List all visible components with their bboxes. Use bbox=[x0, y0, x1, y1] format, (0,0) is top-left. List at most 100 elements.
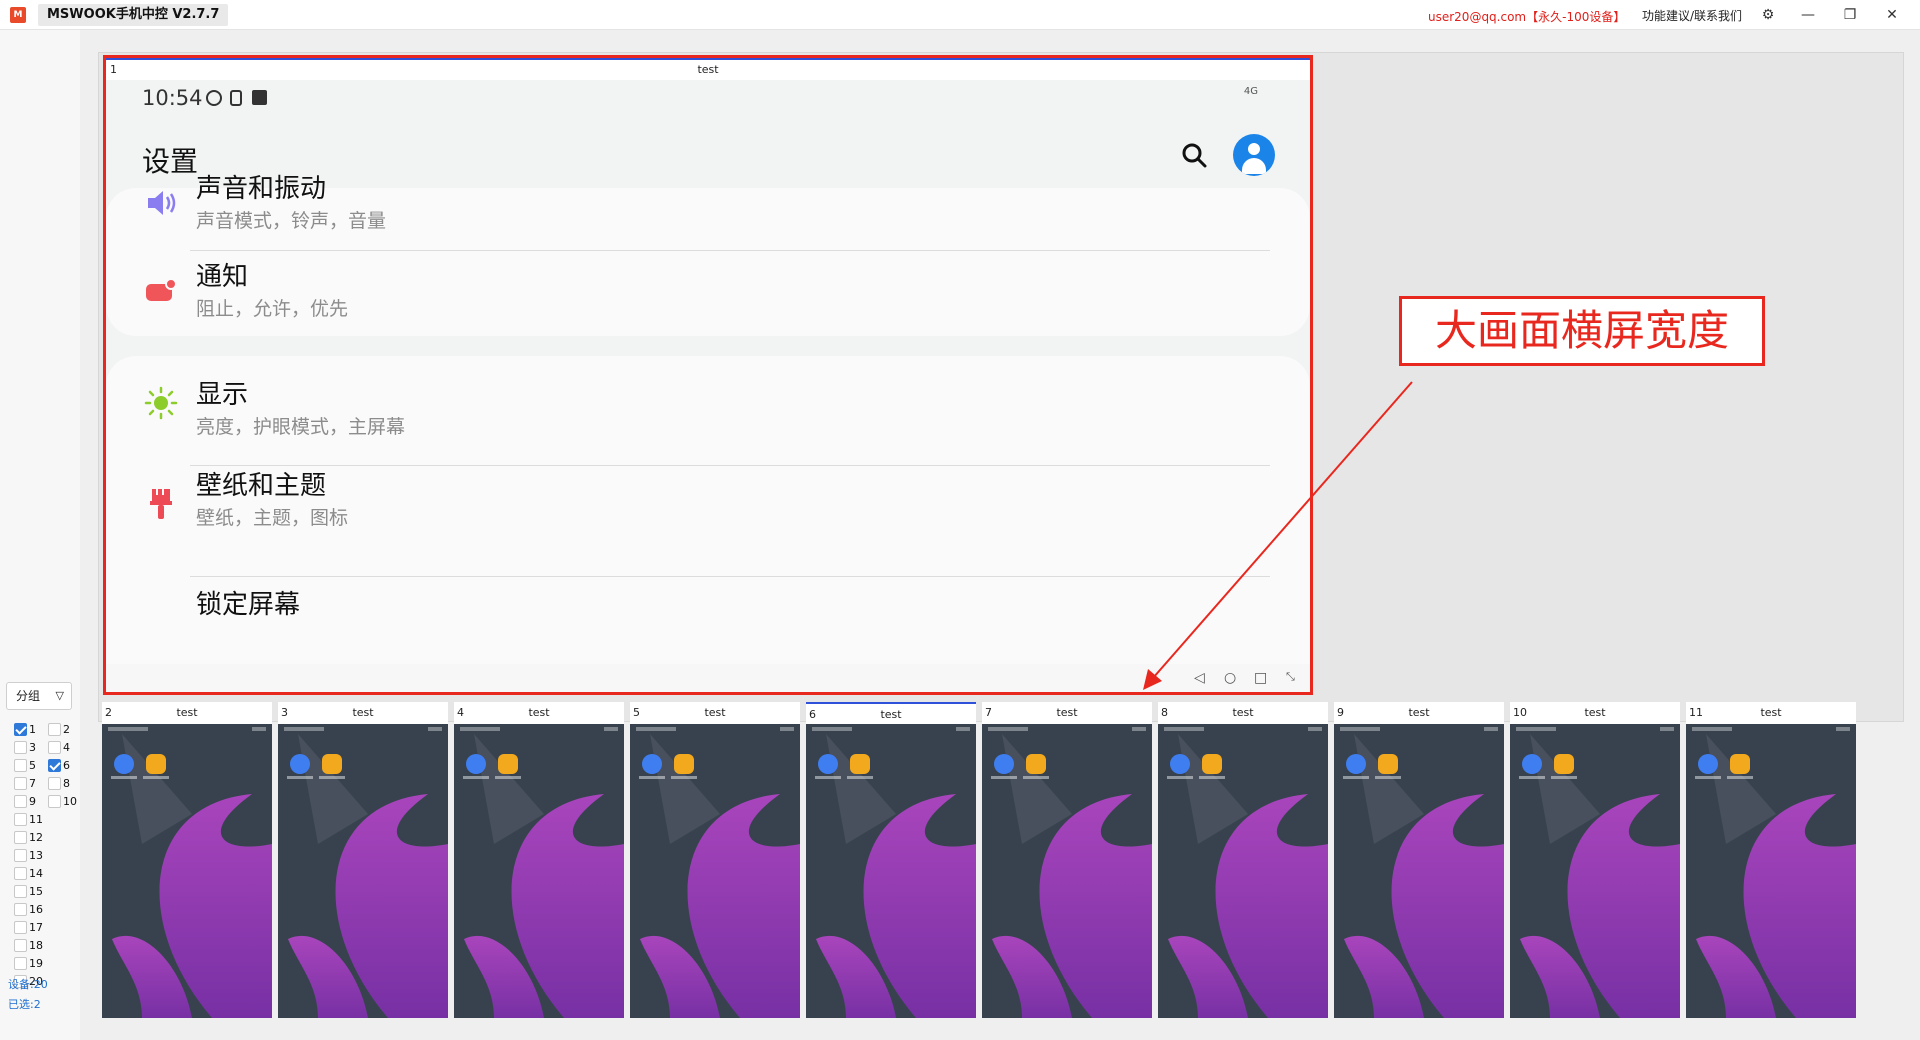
speaker-icon bbox=[148, 191, 176, 215]
device-item[interactable]: 9 bbox=[10, 794, 44, 810]
thumbnail-screen[interactable] bbox=[982, 724, 1152, 1018]
settings-item-wallpaper[interactable]: 壁纸和主题 壁纸，主题，图标 bbox=[106, 465, 1310, 565]
thumbnail-screen[interactable] bbox=[1158, 724, 1328, 1018]
home-icon[interactable]: ○ bbox=[1224, 670, 1236, 686]
feedback-link[interactable]: 功能建议/联系我们 bbox=[1642, 7, 1742, 24]
device-thumbnail[interactable]: 2 test bbox=[102, 702, 272, 1018]
device-item[interactable]: 19 bbox=[10, 956, 44, 972]
thumbnail-header: 7 test bbox=[982, 702, 1152, 724]
settings-gear-icon[interactable]: ⚙ bbox=[1756, 3, 1780, 27]
files-app-icon bbox=[1026, 754, 1046, 774]
app-label bbox=[287, 776, 313, 779]
device-item[interactable]: 18 bbox=[10, 938, 44, 954]
thumbnail-screen[interactable] bbox=[102, 724, 272, 1018]
settings-app-icon bbox=[994, 754, 1014, 774]
device-thumbnail[interactable]: 10 test bbox=[1510, 702, 1680, 1018]
settings-item-lockscreen[interactable]: 锁定屏幕 bbox=[106, 576, 1310, 676]
device-thumbnail[interactable]: 7 test bbox=[982, 702, 1152, 1018]
device-checkbox[interactable] bbox=[14, 939, 27, 952]
thumbnail-battery-icon bbox=[956, 727, 970, 731]
device-item[interactable]: 8 bbox=[44, 776, 78, 792]
device-checkbox[interactable] bbox=[48, 777, 61, 790]
device-checkbox[interactable] bbox=[48, 723, 61, 736]
thumbnail-status-bar bbox=[636, 727, 676, 731]
device-thumbnail[interactable]: 4 test bbox=[454, 702, 624, 1018]
device-item[interactable]: 14 bbox=[10, 866, 44, 882]
device-item[interactable]: 12 bbox=[10, 830, 44, 846]
back-icon[interactable]: ◁ bbox=[1194, 670, 1205, 686]
device-checkbox[interactable] bbox=[14, 723, 27, 736]
group-dropdown[interactable]: 分组 ▽ bbox=[6, 682, 72, 710]
settings-item-title: 通知 bbox=[196, 262, 249, 292]
device-item[interactable]: 7 bbox=[10, 776, 44, 792]
notification-icon bbox=[146, 278, 177, 301]
device-checkbox[interactable] bbox=[14, 921, 27, 934]
device-item[interactable]: 16 bbox=[10, 902, 44, 918]
app-label bbox=[639, 776, 665, 779]
big-screen-view[interactable]: 1 test 10:54 4G 设置 声音和振动 声音模式，铃声，音量 通知 阻… bbox=[103, 55, 1313, 695]
device-item[interactable]: 15 bbox=[10, 884, 44, 900]
close-icon[interactable]: ✕ bbox=[1880, 3, 1904, 27]
device-item[interactable]: 17 bbox=[10, 920, 44, 936]
device-checkbox[interactable] bbox=[14, 849, 27, 862]
device-item[interactable]: 3 bbox=[10, 740, 44, 756]
device-item[interactable]: 13 bbox=[10, 848, 44, 864]
settings-item-title: 锁定屏幕 bbox=[196, 590, 301, 620]
device-checkbox[interactable] bbox=[14, 885, 27, 898]
device-checkbox[interactable] bbox=[14, 741, 27, 754]
device-item[interactable]: 2 bbox=[44, 722, 78, 738]
device-checkbox[interactable] bbox=[14, 903, 27, 916]
device-checkbox[interactable] bbox=[14, 957, 27, 970]
thumbnail-battery-icon bbox=[1484, 727, 1498, 731]
settings-item-display[interactable]: 显示 亮度，护眼模式，主屏幕 bbox=[106, 356, 1310, 456]
account-label[interactable]: user20@qq.com【永久-100设备】 bbox=[1428, 8, 1625, 25]
phone-screen[interactable]: 10:54 4G 设置 声音和振动 声音模式，铃声，音量 通知 阻止，允许，优先… bbox=[106, 80, 1310, 692]
thumbnail-header: 11 test bbox=[1686, 702, 1856, 724]
device-thumbnail[interactable]: 3 test bbox=[278, 702, 448, 1018]
files-app-icon bbox=[1202, 754, 1222, 774]
device-checkbox[interactable] bbox=[14, 759, 27, 772]
device-number: 4 bbox=[63, 741, 70, 754]
device-checkbox[interactable] bbox=[14, 795, 27, 808]
device-thumbnail[interactable]: 6 test bbox=[806, 702, 976, 1018]
device-sidebar: 分组 ▽ 1 2 3 4 5 6 7 8 9 10 11 12 13 14 15 16 17 18 19 20 设备:… bbox=[0, 30, 80, 1040]
device-thumbnail[interactable]: 8 test bbox=[1158, 702, 1328, 1018]
device-thumbnail[interactable]: 9 test bbox=[1334, 702, 1504, 1018]
device-checkbox[interactable] bbox=[14, 777, 27, 790]
restore-icon[interactable]: ❐ bbox=[1838, 3, 1862, 27]
device-item[interactable]: 1 bbox=[10, 722, 44, 738]
thumbnail-screen[interactable] bbox=[1510, 724, 1680, 1018]
device-checkbox[interactable] bbox=[14, 831, 27, 844]
device-thumbnail[interactable]: 5 test bbox=[630, 702, 800, 1018]
app-label bbox=[143, 776, 169, 779]
device-checkbox[interactable] bbox=[48, 795, 61, 808]
settings-item-sound[interactable]: 声音和振动 声音模式，铃声，音量 bbox=[106, 162, 1310, 262]
settings-item-notifications[interactable]: 通知 阻止，允许，优先 bbox=[106, 250, 1310, 350]
device-item[interactable]: 11 bbox=[10, 812, 44, 828]
device-number: 19 bbox=[29, 957, 43, 970]
minimize-icon[interactable]: — bbox=[1796, 3, 1820, 27]
device-item[interactable]: 10 bbox=[44, 794, 78, 810]
device-item[interactable]: 4 bbox=[44, 740, 78, 756]
device-thumbnail[interactable]: 11 test bbox=[1686, 702, 1856, 1018]
device-checkbox[interactable] bbox=[48, 759, 61, 772]
thumbnail-name: test bbox=[880, 708, 902, 721]
app-logo-icon: M bbox=[10, 7, 26, 23]
thumbnail-header: 3 test bbox=[278, 702, 448, 724]
thumbnail-screen[interactable] bbox=[1686, 724, 1856, 1018]
device-checkbox[interactable] bbox=[48, 741, 61, 754]
thumbnail-screen[interactable] bbox=[1334, 724, 1504, 1018]
app-label bbox=[1551, 776, 1577, 779]
device-item[interactable]: 5 bbox=[10, 758, 44, 774]
device-item[interactable]: 6 bbox=[44, 758, 78, 774]
thumbnail-screen[interactable] bbox=[806, 724, 976, 1018]
thumbnail-screen[interactable] bbox=[630, 724, 800, 1018]
thumbnail-status-bar bbox=[812, 727, 852, 731]
thumbnail-status-bar bbox=[1516, 727, 1556, 731]
device-checkbox[interactable] bbox=[14, 813, 27, 826]
recents-icon[interactable]: □ bbox=[1254, 670, 1267, 686]
collapse-icon[interactable]: ⤡ bbox=[1286, 670, 1295, 684]
device-checkbox[interactable] bbox=[14, 867, 27, 880]
thumbnail-screen[interactable] bbox=[278, 724, 448, 1018]
thumbnail-screen[interactable] bbox=[454, 724, 624, 1018]
